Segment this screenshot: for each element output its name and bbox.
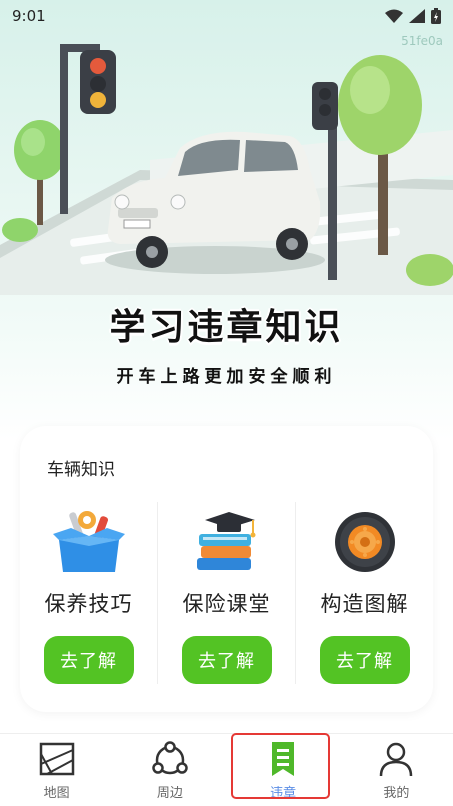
nav-item-profile[interactable]: 我的 <box>340 734 453 806</box>
knowledge-item-maintenance: 保养技巧 去了解 <box>20 502 157 684</box>
status-time: 9:01 <box>12 7 46 25</box>
nav-item-nearby[interactable]: 周边 <box>113 734 226 806</box>
map-icon <box>39 742 74 776</box>
learn-maintenance-button[interactable]: 去了解 <box>43 636 134 684</box>
battery-icon <box>431 8 441 24</box>
tire-icon <box>334 512 395 572</box>
knowledge-items: 保养技巧 去了解 保险课堂 去了解 构造图解 去了解 <box>20 502 433 684</box>
knowledge-item-insurance: 保险课堂 去了解 <box>157 502 295 684</box>
signal-icon <box>409 9 425 23</box>
profile-icon <box>380 742 413 777</box>
status-bar: 9:01 <box>0 0 453 32</box>
learn-structure-button[interactable]: 去了解 <box>319 636 410 684</box>
item-label: 构造图解 <box>320 592 409 616</box>
watermark: 51fe0a <box>401 34 443 48</box>
hero-title: 学习违章知识 <box>109 307 344 348</box>
street-illustration <box>0 44 453 295</box>
nav-label: 我的 <box>383 786 410 801</box>
books-icon <box>196 512 255 570</box>
learn-insurance-button[interactable]: 去了解 <box>181 636 272 684</box>
nearby-icon <box>152 741 188 775</box>
knowledge-item-structure: 构造图解 去了解 <box>295 502 433 684</box>
status-icons <box>385 8 441 24</box>
item-label: 保险课堂 <box>182 592 271 616</box>
nav-label: 周边 <box>156 786 183 801</box>
nav-item-map[interactable]: 地图 <box>0 734 113 806</box>
hero-banner: 9:01 51fe0a 学习违章知识 开车上路更加安全顺利 <box>0 0 453 440</box>
bottom-navigation: 地图 周边 违章 我的 <box>0 733 453 806</box>
item-label: 保养技巧 <box>44 592 133 616</box>
highlight-box <box>231 733 330 799</box>
wifi-icon <box>385 9 403 23</box>
nav-label: 地图 <box>43 786 70 801</box>
card-title: 车辆知识 <box>47 460 115 480</box>
toolbox-icon <box>52 511 125 572</box>
hero-subtitle: 开车上路更加安全顺利 <box>116 367 337 387</box>
vehicle-knowledge-card: 车辆知识 保养技巧 去了解 保险课堂 去了解 构造图解 去了解 <box>20 426 433 712</box>
